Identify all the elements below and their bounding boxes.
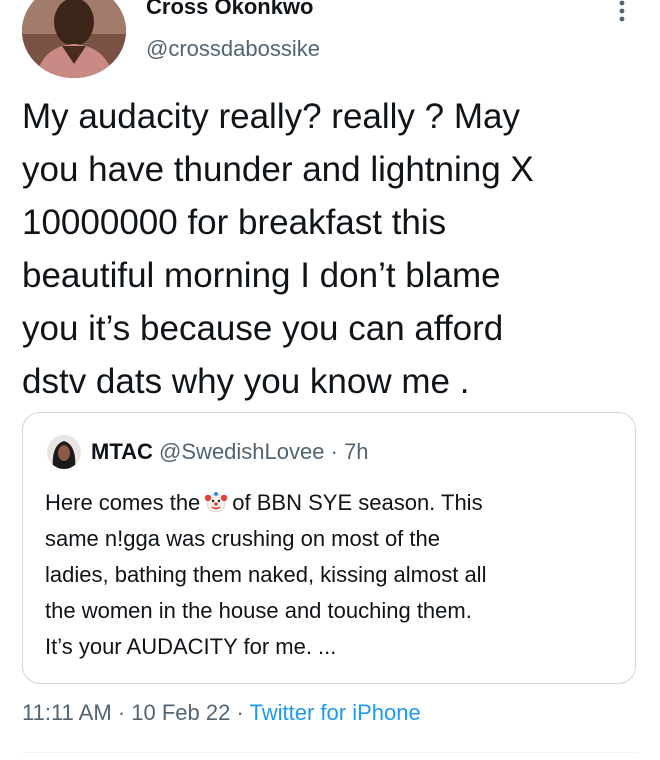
more-vertical-icon[interactable] [612,0,632,22]
tweet-detail: Cross Okonkwo @crossdabossike My audacit… [0,0,660,760]
avatar[interactable] [22,0,126,78]
quote-author: MTAC @SwedishLovee · 7h [91,435,369,469]
clown-face-icon [205,492,228,513]
tweet-text-line: beautiful morning I don’t blame [22,256,501,295]
quote-timestamp: 7h [344,439,369,464]
tweet-source-link[interactable]: Twitter for iPhone [250,700,421,725]
quote-text-line: It’s your AUDACITY for me. ... [45,634,337,659]
quote-display-name[interactable]: MTAC [91,439,153,464]
tweet-text-line: you have thunder and lightning X [22,150,534,189]
quote-avatar[interactable] [47,435,81,469]
tweet-text-line: dstv dats why you know me . [22,362,470,401]
quote-text: Here comes the of BBN SYE season. This s… [45,485,625,665]
avatar-image [22,0,126,78]
quoted-tweet-card[interactable]: MTAC @SwedishLovee · 7h Here comes the o… [22,412,636,684]
quote-avatar-image [47,435,81,469]
quote-text-line: Here comes the of BBN SYE season. This [45,485,625,521]
quote-text-line: the women in the house and touching them… [45,598,472,623]
tweet-meta: 11:11 AM · 10 Feb 22 · Twitter for iPhon… [22,700,421,726]
author-handle[interactable]: @crossdabossike [146,36,320,62]
meta-separator: · [117,700,126,725]
quote-separator: · [330,439,338,464]
tweet-text-line: you it’s because you can afford [22,309,504,348]
quote-line1-after: of BBN SYE season. This [232,490,483,515]
quote-text-line: ladies, bathing them naked, kissing almo… [45,562,487,587]
author-display-name[interactable]: Cross Okonkwo [146,0,313,20]
tweet-text-line: 10000000 for breakfast this [22,203,447,242]
quote-line1-before: Here comes the [45,490,201,515]
divider [22,752,638,753]
tweet-time[interactable]: 11:11 AM [22,700,112,725]
quote-handle[interactable]: @SwedishLovee [159,439,324,464]
tweet-text: My audacity really? really ? May you hav… [22,90,642,408]
quote-text-line: same n!gga was crushing on most of the [45,526,440,551]
tweet-text-line: My audacity really? really ? May [22,97,520,136]
meta-separator: · [236,700,244,725]
tweet-date[interactable]: 10 Feb 22 [131,700,230,725]
